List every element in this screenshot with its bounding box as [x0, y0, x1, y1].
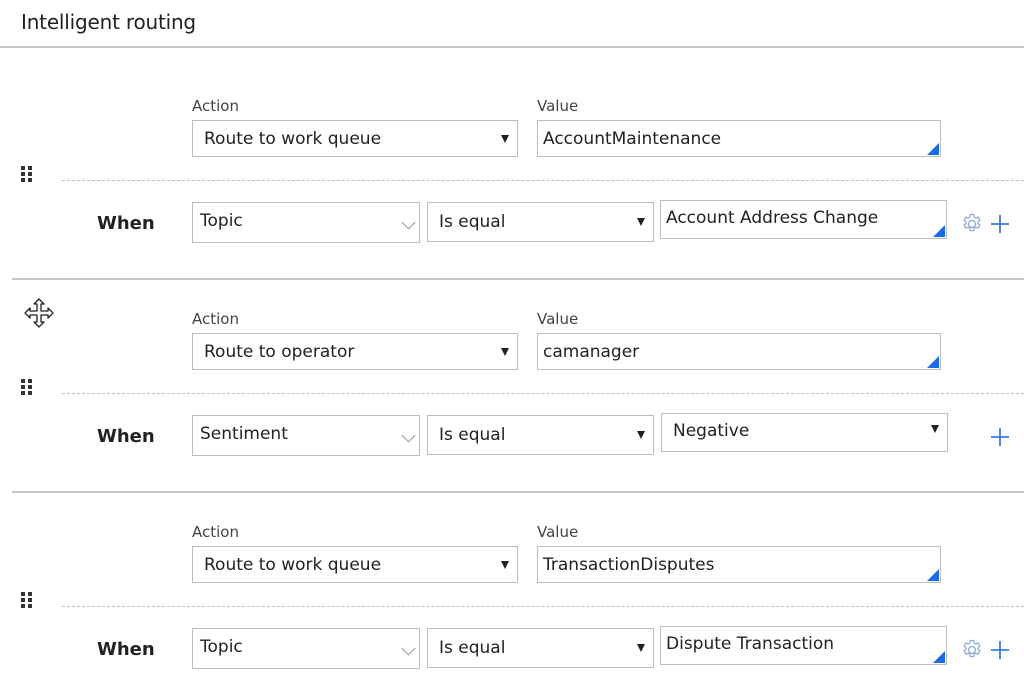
- routing-rule: Action Route to work queue Value Transac…: [0, 426, 1024, 669]
- settings-button[interactable]: [959, 637, 985, 663]
- value-input[interactable]: camanager: [537, 333, 941, 370]
- condition-operator-select[interactable]: Is equal: [427, 628, 654, 668]
- rule-divider: [62, 393, 1024, 394]
- value-input[interactable]: AccountMaintenance: [537, 120, 941, 157]
- action-label: Action: [192, 310, 239, 328]
- action-select[interactable]: Route to operator: [192, 333, 518, 370]
- condition-field-value: Topic: [200, 636, 243, 657]
- action-select-value: Route to work queue: [204, 554, 382, 575]
- caret-down-icon: [501, 134, 509, 143]
- drag-handle-icon[interactable]: [21, 166, 33, 182]
- caret-down-icon: [501, 560, 509, 569]
- autocomplete-corner-icon: [927, 569, 939, 581]
- value-label: Value: [537, 523, 579, 541]
- value-input[interactable]: TransactionDisputes: [537, 546, 941, 583]
- when-label: When: [97, 639, 155, 660]
- gear-icon: [963, 639, 981, 658]
- drag-handle-icon[interactable]: [21, 592, 33, 608]
- action-select-value: Route to operator: [204, 341, 355, 362]
- move-cursor-icon: [24, 298, 54, 328]
- action-select-value: Route to work queue: [204, 128, 382, 149]
- value-label: Value: [537, 310, 579, 328]
- autocomplete-corner-icon: [933, 651, 945, 663]
- rule-divider: [62, 606, 1024, 607]
- condition-value-text: Dispute Transaction: [666, 633, 835, 654]
- caret-down-icon: [501, 347, 509, 356]
- condition-field-select[interactable]: Topic: [192, 628, 420, 669]
- condition-value-input[interactable]: Dispute Transaction: [660, 626, 947, 665]
- value-input-text: camanager: [543, 341, 640, 362]
- action-select[interactable]: Route to work queue: [192, 546, 518, 583]
- rule-divider: [62, 180, 1024, 181]
- value-input-text: TransactionDisputes: [543, 554, 715, 575]
- action-select[interactable]: Route to work queue: [192, 120, 518, 157]
- value-label: Value: [537, 97, 579, 115]
- add-condition-button[interactable]: [987, 637, 1013, 663]
- routing-rule: Action Route to operator Value camanager…: [0, 213, 1024, 493]
- plus-icon: [991, 641, 1009, 659]
- routing-rule: Action Route to work queue Value Account…: [0, 0, 1024, 280]
- autocomplete-corner-icon: [927, 143, 939, 155]
- action-label: Action: [192, 97, 239, 115]
- value-input-text: AccountMaintenance: [543, 128, 722, 149]
- condition-operator-value: Is equal: [439, 638, 506, 658]
- drag-handle-icon[interactable]: [21, 379, 33, 395]
- chevron-down-icon: [401, 640, 416, 656]
- action-label: Action: [192, 523, 239, 541]
- caret-down-icon: [637, 644, 645, 652]
- autocomplete-corner-icon: [927, 356, 939, 368]
